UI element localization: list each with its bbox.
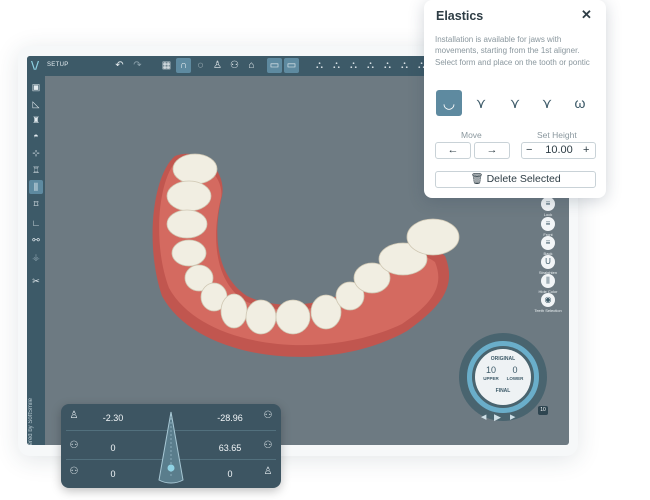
tooth [172, 153, 218, 185]
attachment-icon[interactable]: ⌑ [29, 197, 43, 211]
elastic-form-v-icon[interactable]: ⋎ [468, 90, 494, 116]
tooth-icon-5[interactable]: ⛬ [380, 58, 395, 73]
elastic-form-y-icon[interactable]: ⋎ [502, 90, 528, 116]
move-label: Move [461, 130, 482, 140]
align-icon[interactable]: ⊹ [29, 146, 43, 160]
dial-end-value: 10 [538, 406, 548, 415]
tooth [275, 299, 311, 335]
move-left-button[interactable]: ← [435, 142, 471, 159]
elastic-form-w-icon[interactable]: ⋎ [534, 90, 560, 116]
teeth-selection-label: Teeth Selection [534, 308, 562, 313]
value-row-3-right: 0 [227, 469, 233, 479]
upper-label: UPPER [483, 376, 499, 381]
lower-label: LOWER [506, 376, 524, 381]
value-row-1-right: -28.96 [217, 413, 243, 423]
tooth-rotate-icon: ♙ [69, 410, 79, 421]
tooth-icon-4[interactable]: ⛬ [363, 58, 378, 73]
height-stepper[interactable]: − 10.00 + [521, 142, 596, 159]
close-icon[interactable]: ✕ [581, 7, 592, 23]
tooth-icon-3[interactable]: ⛬ [346, 58, 361, 73]
tooth-mesial-icon: ⚇ [69, 440, 79, 451]
view-icon[interactable]: ⌂ [244, 58, 259, 73]
bite-icon[interactable]: ◓ [29, 129, 43, 143]
tooth-torque-icon: ⚇ [263, 410, 273, 421]
lock-icon[interactable]: ≡ [541, 197, 555, 211]
final-label: FINAL [495, 388, 511, 394]
tooth [245, 299, 277, 335]
teeth-selection-icon[interactable]: ◉ [541, 293, 555, 307]
tooth-crown-icon[interactable]: ♜ [29, 113, 43, 127]
hide-color-icon[interactable]: ⫼ [541, 274, 555, 288]
teeth-icon[interactable]: ⚇ [227, 58, 242, 73]
play-icon[interactable]: ▶ [494, 412, 501, 423]
redo-icon[interactable]: ↷ [130, 58, 145, 73]
value-row-2-left: 0 [110, 443, 116, 453]
elastic-form-u-icon[interactable]: ◡ [436, 90, 462, 116]
ruler-icon[interactable]: ∟ [29, 216, 43, 230]
tooth-icon-6[interactable]: ⛬ [397, 58, 412, 73]
trash-icon: 🗑 [470, 173, 484, 185]
stripping-icon[interactable]: ✂ [29, 274, 43, 288]
lower-value: 0 [512, 365, 518, 375]
tooth-intrusion-icon: ⚇ [69, 466, 79, 477]
measure-icon[interactable]: ◺ [29, 97, 43, 111]
tooth-icon-2[interactable]: ⛬ [329, 58, 344, 73]
lower-jaw-icon[interactable]: ▭ [284, 58, 299, 73]
grid-icon[interactable]: ▦ [159, 58, 174, 73]
app-logo: \/ [31, 59, 40, 72]
back-view-icon[interactable]: ≡ [541, 236, 555, 250]
dialog-title: Elastics [436, 9, 484, 23]
front-view-icon[interactable]: ≡ [541, 217, 555, 231]
tooth [406, 218, 460, 256]
tooth-icon-1[interactable]: ⛬ [312, 58, 327, 73]
prev-icon[interactable]: ◀ [481, 413, 486, 421]
delete-selected-label: Delete Selected [486, 173, 561, 185]
elastics-dialog: Elastics ✕ Installation is available for… [424, 0, 606, 198]
tooth [166, 180, 212, 212]
tooth [171, 239, 207, 267]
model-icon[interactable]: ▣ [29, 80, 43, 94]
brand-text: Powered by SoftSmile [28, 398, 34, 445]
set-height-label: Set Height [537, 130, 577, 140]
tooth-diagram [158, 411, 184, 484]
tooth-tip-icon: ⚇ [263, 440, 273, 451]
upper-value: 10 [485, 365, 496, 375]
move-right-button[interactable]: → [474, 142, 510, 159]
pontic-icon[interactable]: ⚶ [29, 250, 43, 264]
height-increase-button[interactable]: + [583, 143, 589, 158]
delete-selected-button[interactable]: 🗑 Delete Selected [435, 171, 596, 188]
height-decrease-button[interactable]: − [526, 143, 532, 158]
elastic-form-zigzag-icon[interactable]: ω [567, 90, 593, 116]
tooth [220, 293, 248, 329]
next-icon[interactable]: ▶ [510, 413, 515, 421]
height-value[interactable]: 10.00 [541, 143, 577, 158]
tooth-select-icon[interactable]: ♙ [210, 58, 225, 73]
undo-icon[interactable]: ↶ [112, 58, 127, 73]
stage-dial[interactable]: ORIGINAL 10 0 UPPER LOWER FINAL ▶ ◀ ▶ 10 [459, 333, 548, 423]
dialog-description: Installation is available for jaws with … [435, 35, 590, 67]
straighten-icon[interactable]: U [541, 255, 555, 269]
page: \/ SETUP ↶ ↷ ▦ ∩ ◌ ♙ ⚇ ⌂ ▭ ▭ ⛬ ⛬ ⛬ ⛬ ⛬ ⛬… [0, 0, 650, 500]
value-row-2-right: 63.65 [218, 443, 242, 453]
value-row-1-left: -2.30 [102, 413, 124, 423]
elastics-tool-icon[interactable]: ⫼ [29, 180, 43, 194]
value-row-3-left: 0 [110, 469, 116, 479]
tooth-extrusion-icon: ♙ [263, 466, 273, 477]
tooth-edit-icon[interactable]: ♖ [29, 163, 43, 177]
section-title: SETUP [47, 62, 69, 68]
implant-icon[interactable]: ⚯ [29, 233, 43, 247]
left-toolbar: ▣ ◺ ♜ ◓ ⊹ ♖ ⫼ ⌑ ∟ ⚯ ⚶ ✂ Powered by SoftS… [27, 76, 45, 445]
jaw-model[interactable] [127, 136, 467, 376]
arch-icon[interactable]: ∩ [176, 58, 191, 73]
movement-panel: ♙ -2.30 -28.96 ⚇ ⚇ 0 63.65 ⚇ ⚇ 0 0 ♙ [61, 404, 281, 488]
dial-center: ORIGINAL 10 0 UPPER LOWER FINAL [475, 349, 531, 405]
tooth [166, 209, 208, 239]
original-label: ORIGINAL [490, 356, 516, 362]
lasso-icon[interactable]: ◌ [193, 58, 208, 73]
upper-jaw-icon[interactable]: ▭ [267, 58, 282, 73]
